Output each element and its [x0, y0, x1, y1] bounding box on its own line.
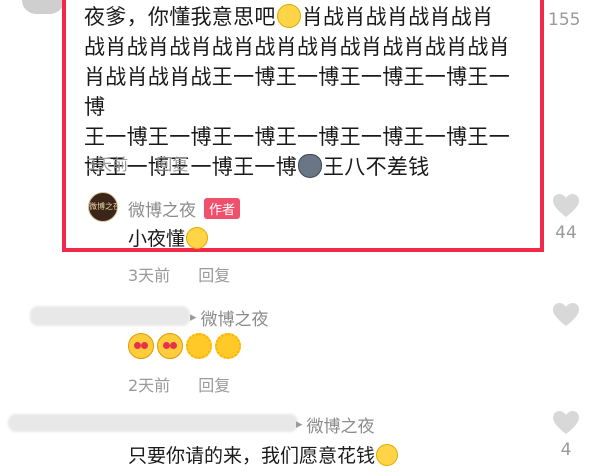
top-like-count: 155 [548, 10, 581, 30]
author-reply-header: 微博之夜 作者 [128, 196, 241, 221]
reply-2-header: ▸ 微博之夜 [190, 305, 269, 330]
heart-eyes-icon [128, 333, 154, 359]
author-avatar[interactable]: 微博之夜 [88, 192, 118, 222]
redacted-username [8, 414, 298, 432]
comment-line-1-rest: 肖战肖战肖战肖战肖 [301, 5, 494, 29]
author-reply-time: 3天前 [128, 266, 171, 285]
reply-arrow-icon: ▸ [296, 417, 303, 432]
author-reply-text: 小夜懂 [128, 224, 209, 251]
sun-icon [215, 333, 241, 359]
author-reply-content: 小夜懂 [128, 228, 186, 250]
rolling-laughing-icon [376, 444, 399, 466]
reply-3-header: ▸ 微博之夜 [296, 412, 375, 437]
comment-reply-button[interactable]: 回复 [156, 155, 188, 174]
thinking-face-icon [276, 4, 301, 28]
comment-line-2: 战肖战肖战肖战肖战肖战肖战肖战肖战肖战肖 [84, 35, 510, 59]
tears-of-joy-icon [186, 227, 209, 249]
comment-line-1: 夜爹，你懂我意思吧 [84, 5, 276, 29]
reply-3-target[interactable]: 微博之夜 [307, 412, 375, 437]
comment-line-4: 王一博王一博王一博王一博王一博王一博王一 [84, 125, 510, 149]
reply-2-time: 2天前 [128, 376, 171, 395]
reply-2-reply-button[interactable]: 回复 [198, 376, 230, 395]
sun-icon [186, 333, 212, 359]
reply-2-target[interactable]: 微博之夜 [201, 305, 269, 330]
author-reply-button[interactable]: 回复 [198, 266, 230, 285]
heart-eyes-icon [157, 333, 183, 359]
heart-like-icon[interactable] [552, 302, 580, 328]
reply-2-emojis [128, 333, 244, 359]
redacted-username [30, 306, 190, 326]
heart-like-icon[interactable] [552, 410, 580, 436]
comment-line-5-rest: 王八不差钱 [323, 155, 430, 179]
dog-face-icon [298, 154, 322, 178]
author-tag: 作者 [204, 198, 241, 219]
reply-arrow-icon: ▸ [190, 310, 197, 325]
comment-meta: 3天前 回复 [86, 151, 216, 175]
commenter-avatar[interactable] [22, 0, 64, 14]
comment-time: 3天前 [86, 155, 129, 174]
author-name[interactable]: 微博之夜 [128, 196, 196, 221]
reply-2-meta: 2天前 回复 [128, 372, 258, 396]
comment-line-3: 肖战肖战肖战王一博王一博王一博王一博王一博 [84, 65, 510, 119]
reply-3-text: 只要你请的来，我们愿意花钱 [128, 441, 399, 468]
heart-like-icon[interactable] [552, 193, 580, 219]
author-reply-meta: 3天前 回复 [128, 262, 258, 286]
author-like-count: 44 [555, 223, 577, 243]
reply-3-content: 只要你请的来，我们愿意花钱 [128, 445, 376, 467]
reply-3-like-count: 4 [560, 440, 572, 460]
